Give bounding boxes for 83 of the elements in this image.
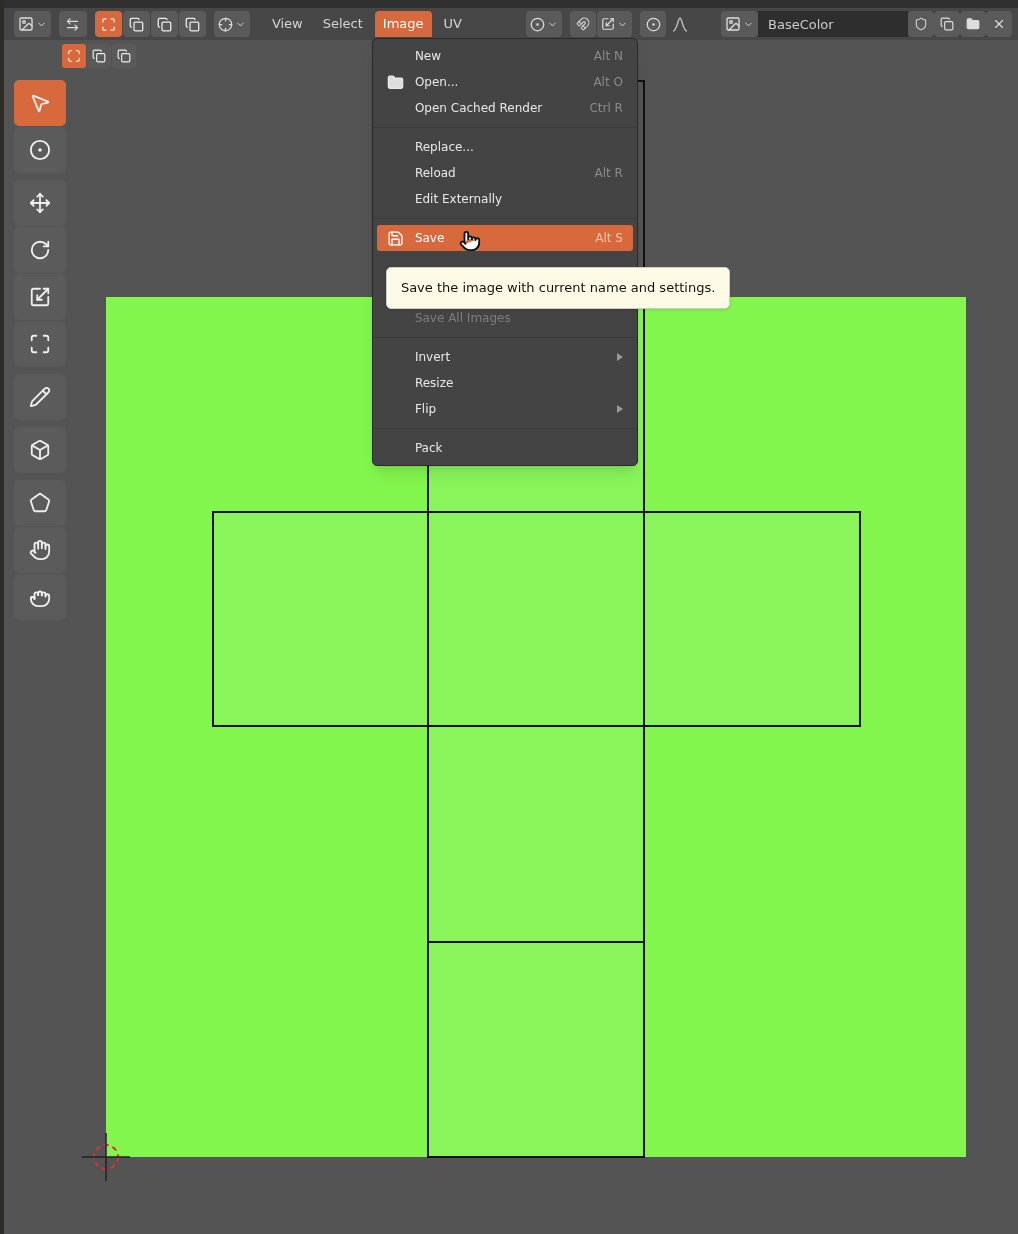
mouse-pointer-icon (458, 230, 481, 252)
submenu-arrow-icon (616, 405, 623, 413)
image-browse-dropdown[interactable] (721, 11, 758, 37)
view-mode-icon (156, 16, 172, 32)
tooltip: Save the image with current name and settings. (385, 267, 731, 309)
tool-button[interactable] (13, 227, 66, 273)
image-icon (725, 16, 741, 32)
pencil-icon (28, 386, 51, 408)
editor-type-dropdown[interactable] (13, 11, 51, 37)
copy-icon (940, 17, 954, 31)
fake-user-button[interactable] (908, 11, 934, 37)
shortcut-label: Ctrl R (589, 100, 623, 117)
tool-button[interactable] (13, 480, 66, 526)
select-mode-icon (91, 49, 106, 63)
select-mode-button[interactable] (111, 44, 136, 68)
close-icon (992, 17, 1006, 31)
hand-icon (28, 539, 51, 561)
shortcut-label: Alt S (595, 230, 623, 247)
select-mode-button[interactable] (86, 44, 111, 68)
tool-button[interactable] (13, 127, 66, 173)
menu-item[interactable]: Reload Alt R (376, 160, 633, 186)
select-mode-button[interactable] (61, 44, 86, 68)
pivot-point-dropdown[interactable] (526, 11, 562, 37)
view-mode-icon (184, 16, 200, 32)
menu-tab[interactable]: Image (374, 11, 432, 37)
pentagon-icon (28, 492, 51, 514)
dot-circle-icon (645, 16, 661, 32)
falloff-curve-icon (672, 16, 688, 32)
menu-item[interactable]: Save Alt S (376, 225, 633, 251)
tool-button[interactable] (13, 527, 66, 573)
cursor-2d-icon (81, 1132, 131, 1182)
image-editor-icon (17, 16, 34, 32)
select-mode-icon (66, 49, 81, 63)
tool-button[interactable] (13, 321, 66, 367)
menu-item[interactable]: Invert (376, 344, 633, 370)
close-button[interactable] (986, 11, 1012, 37)
image-name-field[interactable]: BaseColor (758, 11, 908, 37)
view-mode-button[interactable] (94, 11, 122, 37)
snap-dropdown[interactable] (597, 11, 632, 37)
shortcut-label: Alt O (593, 74, 623, 91)
dot-circle-icon (530, 16, 545, 32)
view-mode-icon (100, 16, 116, 32)
menu-item[interactable]: Flip (376, 396, 633, 422)
crosshair-icon (217, 16, 233, 32)
folder-icon (966, 17, 980, 31)
proportional-edit-button[interactable] (640, 11, 666, 37)
menu-item[interactable]: Replace... (376, 134, 633, 160)
shortcut-label: Alt N (593, 48, 623, 65)
menu-item[interactable]: New Alt N (376, 43, 633, 69)
scale-icon (28, 286, 51, 308)
menu-item[interactable]: Open... Alt O (376, 69, 633, 95)
tool-button[interactable] (13, 574, 66, 620)
select-mode-icon (116, 49, 131, 63)
menu-item[interactable]: Edit Externally (376, 186, 633, 212)
view-mode-button[interactable] (150, 11, 178, 37)
menu-item[interactable]: Pack (376, 435, 633, 461)
shortcut-label: Alt R (594, 165, 623, 182)
snap-button[interactable] (570, 11, 596, 37)
rotate-icon (28, 239, 51, 261)
save-icon (386, 229, 404, 247)
menu-item[interactable]: Open Cached Render Ctrl R (376, 95, 633, 121)
tool-button[interactable] (13, 274, 66, 320)
sync-arrows-icon (65, 16, 81, 32)
pivot-dropdown[interactable] (213, 11, 250, 37)
tool-button[interactable] (13, 374, 66, 420)
menu-item[interactable]: Resize (376, 370, 633, 396)
move-icon (28, 192, 51, 214)
view-mode-icon (128, 16, 144, 32)
cursor-icon (28, 139, 51, 161)
tool-button[interactable] (13, 180, 66, 226)
tool-button[interactable] (13, 80, 66, 126)
view-mode-button[interactable] (122, 11, 150, 37)
menu-tab[interactable]: Select (314, 11, 371, 37)
menu-tab[interactable]: UV (435, 11, 470, 37)
menu-tab[interactable]: View (263, 11, 311, 37)
tool-button[interactable] (13, 427, 66, 473)
submenu-arrow-icon (616, 353, 623, 361)
magnet-icon (576, 17, 590, 31)
view-mode-button[interactable] (178, 11, 206, 37)
shield-icon (914, 17, 928, 31)
folder-icon (386, 73, 404, 91)
box-icon (28, 439, 51, 461)
sync-button[interactable] (58, 11, 87, 37)
